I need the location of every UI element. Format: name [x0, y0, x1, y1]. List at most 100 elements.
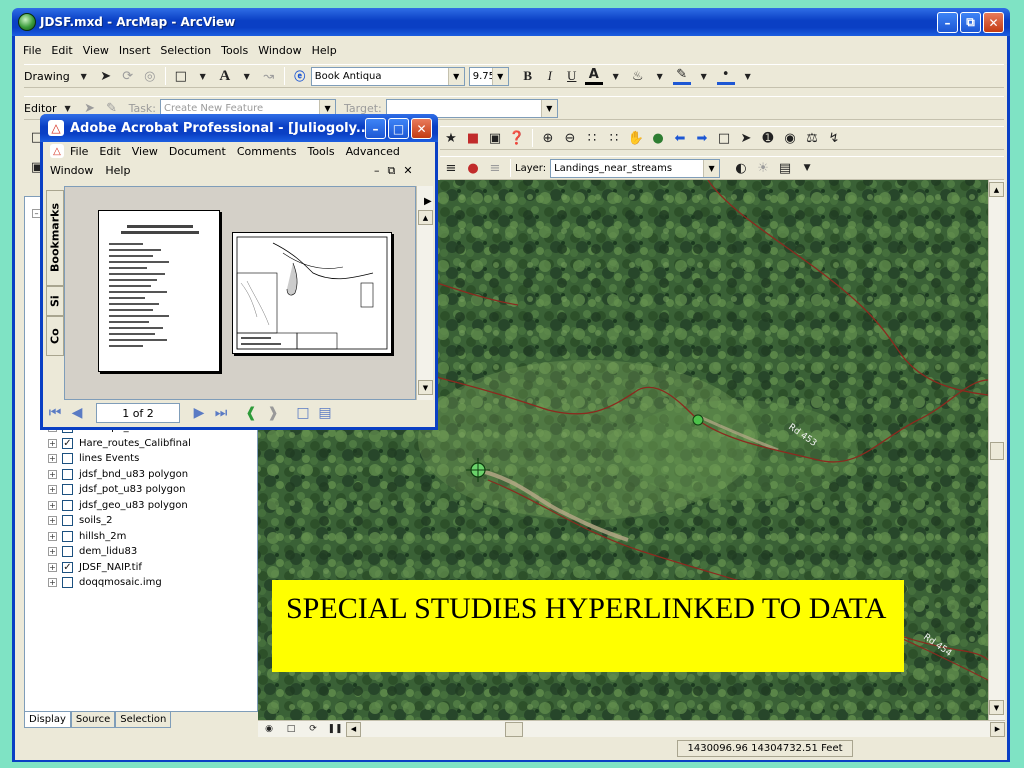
menu-tools[interactable]: Tools [216, 42, 253, 62]
next-page-icon[interactable]: ▶ [188, 403, 210, 423]
identify-results-icon[interactable]: ★ [442, 129, 460, 147]
close-button[interactable]: ✕ [983, 12, 1004, 33]
layer-visibility-checkbox[interactable] [62, 468, 73, 480]
menu-selection[interactable]: Selection [155, 42, 216, 62]
select-features-icon[interactable]: □ [715, 129, 733, 147]
zoom-whole-page-icon[interactable]: ◎ [141, 67, 159, 85]
tab-comments[interactable]: Co [46, 316, 64, 356]
chevron-down-icon[interactable]: ▼ [238, 67, 256, 85]
go-back-icon[interactable]: ❰ [240, 403, 262, 423]
scroll-down-icon[interactable]: ▼ [418, 380, 433, 395]
acro-menu-comments[interactable]: Comments [237, 145, 297, 158]
drawing-menu-button[interactable]: Drawing [24, 70, 70, 83]
last-page-icon[interactable]: ⏭ [210, 403, 232, 423]
toc-layer-row[interactable]: + doqqmosaic.img [48, 575, 162, 590]
layer-visibility-checkbox[interactable] [62, 546, 73, 557]
chevron-down-icon[interactable]: ▼ [739, 67, 757, 85]
menu-file[interactable]: File [18, 42, 46, 62]
command-line-icon[interactable]: ▣ [486, 129, 504, 147]
continuous-page-icon[interactable]: ▤ [314, 403, 336, 423]
select-elements-icon[interactable]: ➤ [97, 67, 115, 85]
font-color-icon[interactable]: A [584, 67, 603, 85]
layer-visibility-checkbox[interactable] [62, 577, 73, 588]
layer-select[interactable]: Landings_near_streams ▼ [550, 158, 721, 178]
go-forward-icon[interactable]: ❱ [262, 403, 284, 423]
layer-visibility-checkbox[interactable] [62, 530, 73, 542]
acro-menu-file[interactable]: File [70, 145, 88, 158]
acro-menu-tools[interactable]: Tools [307, 145, 334, 158]
tab-source[interactable]: Source [70, 712, 116, 728]
add-point-icon[interactable]: ● [464, 159, 482, 177]
chevron-down-icon[interactable]: ▼ [194, 67, 212, 85]
doc-restore-icon[interactable]: ⧉ [388, 164, 396, 178]
map-horizontal-scrollbar[interactable]: ◉ □ ⟳ ❚❚ ◀ ▶ [258, 720, 1005, 737]
chevron-down-icon[interactable]: ▼ [651, 67, 669, 85]
restore-button[interactable]: ⧉ [960, 12, 981, 33]
expand-layer-icon[interactable]: + [48, 469, 57, 479]
fixed-zoom-out-icon[interactable]: ∷ [605, 129, 623, 147]
menu-edit[interactable]: Edit [46, 42, 77, 62]
layout-view-icon[interactable]: ◉ [260, 720, 278, 738]
page-number-input[interactable]: 1 of 2 [96, 403, 180, 423]
bold-icon[interactable]: B [519, 67, 537, 85]
acro-menu-help[interactable]: Help [105, 164, 130, 177]
zoom-in-icon[interactable]: ⊕ [539, 129, 557, 147]
pdf-page-1-thumbnail[interactable] [98, 210, 220, 372]
minimize-button[interactable]: – [937, 12, 958, 33]
toc-layer-row[interactable]: + soils_2 [48, 513, 112, 528]
chevron-down-icon[interactable]: ▼ [695, 67, 713, 85]
menu-view[interactable]: View [78, 42, 114, 62]
toc-layer-row[interactable]: + ✓ Hare_routes_Calibfinal [48, 436, 191, 451]
chevron-down-icon[interactable]: ▼ [607, 67, 625, 85]
acrobat-title-bar[interactable]: △ Adobe Acrobat Professional - [Juliogol… [40, 114, 438, 142]
layer-visibility-checkbox[interactable]: ✓ [62, 561, 73, 573]
new-text-icon[interactable]: A [216, 67, 234, 85]
italic-icon[interactable]: I [541, 67, 559, 85]
marker-color-icon[interactable]: • [716, 67, 735, 85]
identify-icon[interactable]: ➊ [759, 129, 777, 147]
expand-pane-icon[interactable]: ▶ [424, 196, 432, 207]
acrobat-close-button[interactable]: ✕ [411, 118, 432, 139]
rectangle-icon[interactable]: □ [172, 67, 190, 85]
layer-visibility-checkbox[interactable] [62, 453, 73, 464]
vertical-scroll-thumb[interactable] [990, 442, 1004, 460]
expand-layer-icon[interactable]: + [48, 547, 57, 556]
expand-layer-icon[interactable]: + [48, 485, 57, 494]
expand-layer-icon[interactable]: + [48, 438, 57, 448]
acrobat-vertical-scrollbar[interactable]: ▲ ▼ [416, 186, 433, 400]
horizontal-scroll-thumb[interactable] [505, 721, 523, 737]
pdf-page-2-thumbnail[interactable] [232, 232, 392, 354]
select-elements-icon[interactable]: ➤ [737, 129, 755, 147]
symbology-icon[interactable]: ≡ [442, 159, 460, 177]
toc-layer-row[interactable]: + lines Events [48, 451, 139, 466]
expand-layer-icon[interactable]: + [48, 531, 57, 541]
previous-page-icon[interactable]: ◀ [66, 403, 88, 423]
acrobat-minimize-button[interactable]: – [365, 118, 386, 139]
edit-vertices-icon[interactable]: ↝ [260, 67, 278, 85]
doc-close-icon[interactable]: ✕ [403, 164, 412, 178]
acro-menu-advanced[interactable]: Advanced [346, 145, 400, 158]
expand-layer-icon[interactable]: + [48, 516, 57, 525]
layer-visibility-checkbox[interactable]: ✓ [62, 437, 73, 449]
line-color-icon[interactable]: ✎ [672, 67, 691, 85]
line-tool-icon[interactable]: ≡ [486, 159, 504, 177]
fixed-zoom-in-icon[interactable]: ∷ [583, 129, 601, 147]
tab-signatures[interactable]: Si [46, 286, 64, 316]
toc-layer-row[interactable]: + jdsf_geo_u83 polygon [48, 498, 188, 513]
tab-display[interactable]: Display [24, 712, 71, 728]
toc-layer-row[interactable]: + dem_lidu83 [48, 544, 137, 559]
arc-toolbox-icon[interactable]: ■ [464, 129, 482, 147]
layer-visibility-checkbox[interactable] [62, 484, 73, 495]
forward-arrow-icon[interactable]: ➡ [693, 129, 711, 147]
acro-menu-window[interactable]: Window [50, 164, 93, 177]
scroll-down-icon[interactable]: ▼ [989, 700, 1004, 715]
zoom-out-icon[interactable]: ⊖ [561, 129, 579, 147]
back-arrow-icon[interactable]: ⬅ [671, 129, 689, 147]
toc-layer-row[interactable]: + hillsh_2m [48, 529, 126, 544]
expand-layer-icon[interactable]: + [48, 562, 57, 572]
toolbar-options-icon[interactable]: ▼ [798, 159, 816, 177]
toc-layer-row[interactable]: + ✓ JDSF_NAIP.tif [48, 560, 142, 575]
refresh-icon[interactable]: ⟳ [304, 720, 322, 738]
first-page-icon[interactable]: ⏮ [44, 403, 66, 423]
font-name-select[interactable]: Book Antiqua ▼ [310, 66, 465, 86]
